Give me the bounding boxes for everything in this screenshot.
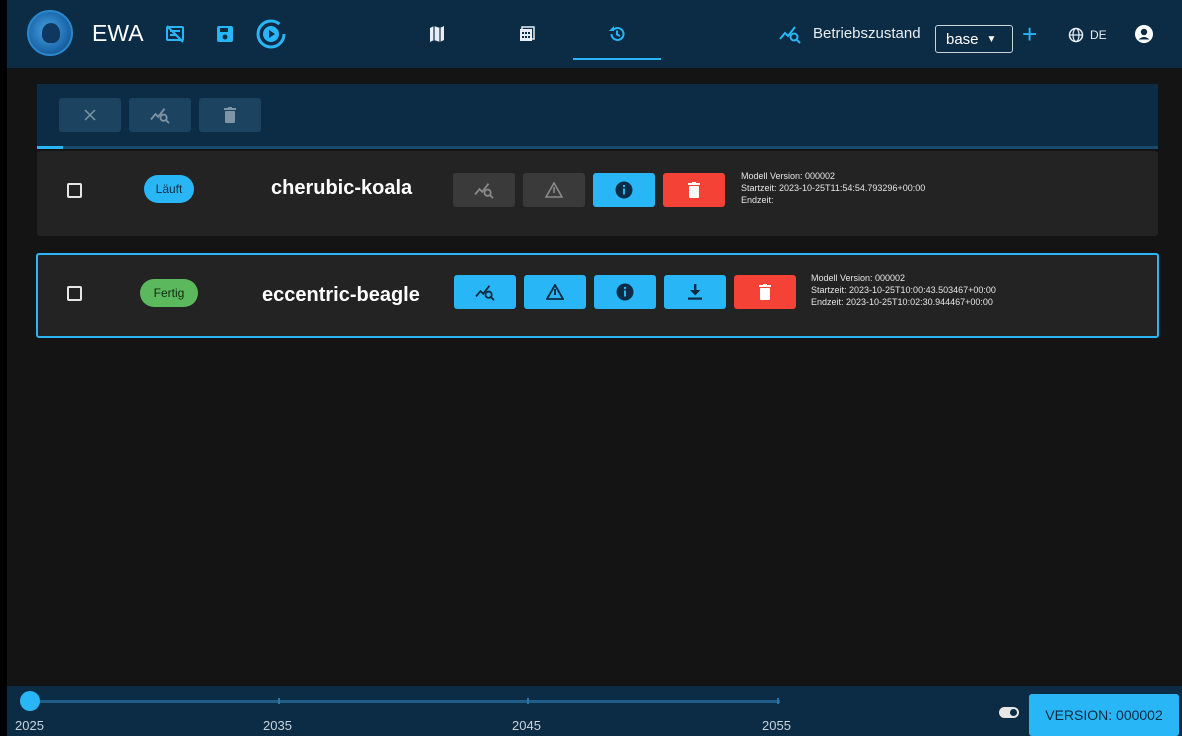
start-time: Startzeit: 2023-10-25T10:00:43.503467+00… bbox=[811, 285, 996, 295]
year-label: 2035 bbox=[263, 718, 292, 733]
chart-search-icon bbox=[475, 285, 495, 301]
info-button[interactable] bbox=[594, 275, 656, 309]
trash-icon bbox=[224, 107, 236, 123]
warnings-button[interactable] bbox=[523, 173, 585, 207]
chart-search-icon bbox=[150, 108, 170, 124]
slider-tick bbox=[777, 698, 779, 704]
run-checkbox[interactable] bbox=[67, 183, 82, 198]
year-label: 2045 bbox=[512, 718, 541, 733]
runs-progress-bar bbox=[37, 146, 1158, 149]
run-metadata: Modell Version: 000002 Startzeit: 2023-1… bbox=[811, 272, 996, 308]
operating-state-value: base bbox=[946, 30, 979, 48]
app-frame: EWA Betriebszustand base ▼ + DE Läuft ch… bbox=[7, 0, 1182, 736]
analyze-button[interactable] bbox=[454, 275, 516, 309]
info-icon bbox=[616, 283, 634, 301]
operating-state-label: Betriebszustand bbox=[813, 25, 921, 42]
info-button[interactable] bbox=[593, 173, 655, 207]
warnings-button[interactable] bbox=[524, 275, 586, 309]
info-icon bbox=[615, 181, 633, 199]
slider-tick bbox=[278, 698, 280, 704]
status-badge: Fertig bbox=[140, 279, 198, 307]
download-button[interactable] bbox=[664, 275, 726, 309]
globe-icon bbox=[1068, 27, 1084, 43]
language-selector[interactable]: DE bbox=[1068, 27, 1107, 43]
deselect-button[interactable] bbox=[59, 98, 121, 132]
version-button[interactable]: VERSION: 000002 bbox=[1029, 694, 1179, 736]
caret-down-icon: ▼ bbox=[986, 33, 997, 45]
operating-state-select[interactable]: base ▼ bbox=[935, 25, 1013, 53]
model-version: Modell Version: 000002 bbox=[811, 273, 906, 283]
tab-history[interactable] bbox=[573, 0, 661, 68]
language-label: DE bbox=[1090, 28, 1107, 42]
map-icon bbox=[430, 26, 444, 42]
compare-button[interactable] bbox=[129, 98, 191, 132]
run-row: Fertig eccentric-beagle Modell Version: … bbox=[36, 253, 1159, 338]
trash-icon bbox=[759, 284, 771, 300]
chart-search-icon bbox=[474, 183, 494, 199]
year-label: 2025 bbox=[15, 718, 44, 733]
status-badge: Läuft bbox=[144, 175, 194, 203]
close-icon bbox=[84, 109, 96, 121]
notes-off-icon[interactable] bbox=[163, 0, 187, 68]
run-name: cherubic-koala bbox=[271, 177, 413, 199]
runs-toolbar bbox=[37, 84, 1158, 146]
model-version: Modell Version: 000002 bbox=[741, 171, 836, 181]
run-row: Läuft cherubic-koala Modell Version: 000… bbox=[37, 151, 1158, 236]
run-name: eccentric-beagle bbox=[262, 284, 420, 306]
year-slider-thumb[interactable] bbox=[20, 691, 40, 711]
download-icon bbox=[688, 284, 702, 300]
play-circle-icon[interactable] bbox=[253, 0, 289, 68]
history-icon bbox=[609, 26, 625, 41]
save-icon[interactable] bbox=[213, 0, 237, 68]
timeline-bar: 2025 2035 2045 2055 VERSION: 000002 bbox=[7, 686, 1182, 736]
app-title: EWA bbox=[92, 20, 144, 46]
delete-run-button[interactable] bbox=[663, 173, 725, 207]
tab-map[interactable] bbox=[393, 0, 481, 68]
run-checkbox[interactable] bbox=[67, 286, 82, 301]
user-account-icon[interactable] bbox=[1131, 0, 1157, 68]
chart-search-icon[interactable] bbox=[777, 0, 803, 68]
slider-tick bbox=[527, 698, 529, 704]
delete-selected-button[interactable] bbox=[199, 98, 261, 132]
trash-icon bbox=[688, 182, 700, 198]
end-time: Endzeit: 2023-10-25T10:02:30.944467+00:0… bbox=[811, 297, 993, 307]
warning-icon bbox=[545, 182, 563, 198]
analyze-button[interactable] bbox=[453, 173, 515, 207]
calculator-icon bbox=[520, 26, 535, 41]
year-label: 2055 bbox=[762, 718, 791, 733]
delete-run-button[interactable] bbox=[734, 275, 796, 309]
toggle-icon[interactable] bbox=[999, 707, 1019, 718]
start-time: Startzeit: 2023-10-25T11:54:54.793296+00… bbox=[741, 183, 926, 193]
run-metadata: Modell Version: 000002 Startzeit: 2023-1… bbox=[741, 170, 925, 206]
top-bar: EWA Betriebszustand base ▼ + DE bbox=[7, 0, 1182, 68]
add-state-button[interactable]: + bbox=[1022, 20, 1037, 48]
app-logo-icon bbox=[27, 10, 73, 56]
warning-icon bbox=[546, 284, 564, 300]
end-time: Endzeit: bbox=[741, 195, 774, 205]
year-slider-track[interactable] bbox=[30, 700, 780, 703]
tab-calculator[interactable] bbox=[483, 0, 571, 68]
